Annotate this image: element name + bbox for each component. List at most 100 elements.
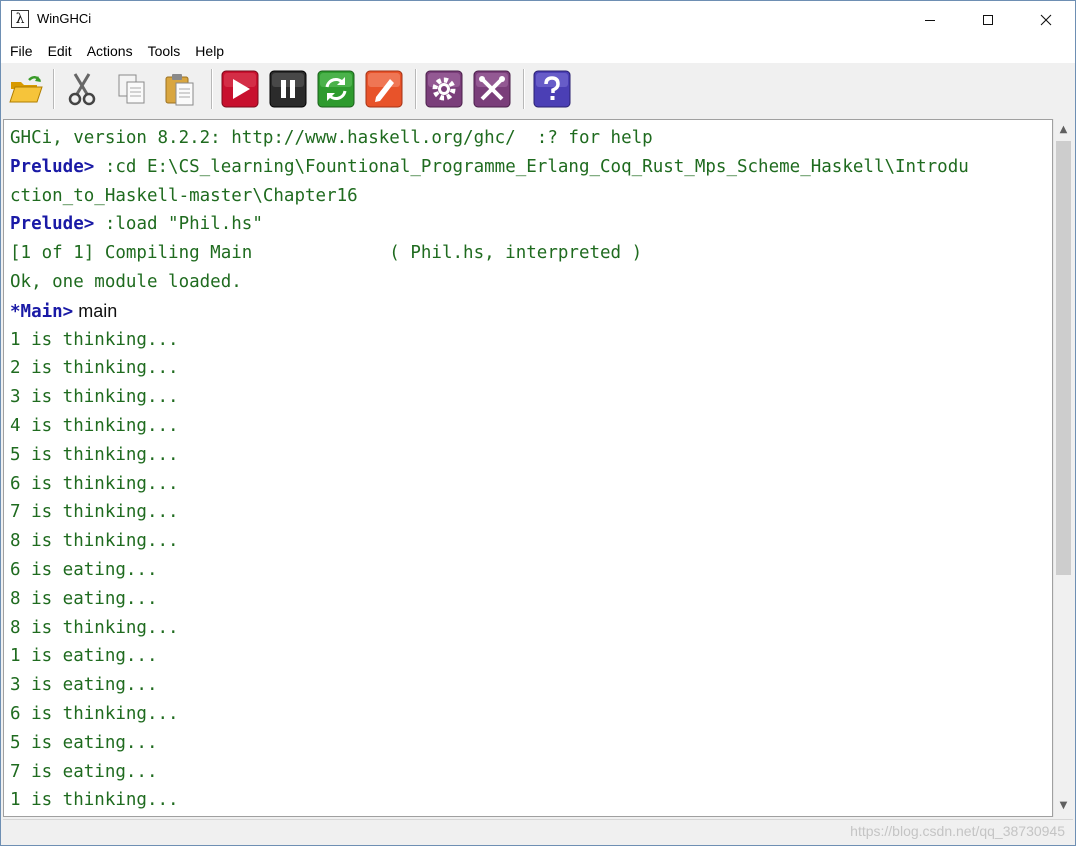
console-line: 8 is eating... — [10, 585, 1048, 614]
scroll-up-arrow-icon[interactable]: ▲ — [1054, 121, 1073, 139]
help-icon — [533, 70, 571, 108]
menu-tools[interactable]: Tools — [139, 43, 187, 59]
console-line: 8 is thinking... — [10, 527, 1048, 556]
minimize-icon — [925, 19, 935, 21]
console-line: Ok, one module loaded. — [10, 268, 1048, 297]
console-text: 7 is eating... — [10, 761, 158, 782]
cut-icon — [68, 73, 96, 106]
toolbar — [1, 63, 1075, 115]
help-button[interactable] — [533, 70, 571, 108]
console-text: 7 is thinking... — [10, 502, 179, 523]
console-line: 6 is thinking... — [10, 700, 1048, 729]
console-line: GHCi, version 8.2.2: http://www.haskell.… — [10, 124, 1048, 153]
paste-button[interactable] — [161, 70, 199, 108]
menu-help[interactable]: Help — [186, 43, 230, 59]
edit-icon — [365, 70, 403, 108]
console-lines: GHCi, version 8.2.2: http://www.haskell.… — [10, 124, 1048, 815]
reload-icon — [317, 70, 355, 108]
lambda-app-icon: λ — [11, 10, 29, 28]
console-text: 1 is thinking... — [10, 790, 179, 811]
console-text: 2 is thinking... — [10, 358, 179, 379]
console-line: [1 of 1] Compiling Main ( Phil.hs, inter… — [10, 239, 1048, 268]
close-icon — [1040, 14, 1052, 26]
status-bar: https://blog.csdn.net/qq_38730945 — [3, 819, 1073, 844]
console-prompt: Prelude> — [10, 214, 95, 235]
menu-file[interactable]: File — [1, 43, 39, 59]
copy-button[interactable] — [113, 70, 151, 108]
vertical-scrollbar[interactable]: ▲ ▼ — [1053, 119, 1073, 817]
console-line: 4 is thinking... — [10, 412, 1048, 441]
console-line: 1 is thinking... — [10, 786, 1048, 815]
console-line: 1 is eating... — [10, 642, 1048, 671]
console-text: [1 of 1] Compiling Main ( Phil.hs, inter… — [10, 243, 643, 264]
maximize-icon — [983, 15, 993, 25]
maximize-button[interactable] — [959, 1, 1017, 39]
toolbar-separator — [53, 69, 54, 109]
console-line: ction_to_Haskell-master\Chapter16 — [10, 182, 1048, 211]
console-output[interactable]: GHCi, version 8.2.2: http://www.haskell.… — [3, 119, 1053, 817]
console-text: 8 is thinking... — [10, 531, 179, 552]
console-text: 3 is thinking... — [10, 387, 179, 408]
console-line: 7 is eating... — [10, 758, 1048, 787]
console-text: 4 is thinking... — [10, 415, 179, 436]
pause-icon — [269, 70, 307, 108]
run-icon — [221, 70, 259, 108]
watermark-text: https://blog.csdn.net/qq_38730945 — [850, 823, 1065, 839]
minimize-button[interactable] — [901, 1, 959, 39]
scroll-down-arrow-icon[interactable]: ▼ — [1054, 797, 1073, 815]
window-title: WinGHCi — [37, 11, 92, 26]
close-button[interactable] — [1017, 1, 1075, 39]
console-text: 1 is thinking... — [10, 329, 179, 350]
toolbar-separator — [523, 69, 524, 109]
console-line: 3 is eating... — [10, 671, 1048, 700]
title-bar: λ WinGHCi — [1, 1, 1075, 39]
console-line: 5 is thinking... — [10, 441, 1048, 470]
console-text: :cd E:\CS_learning\Fountional_Programme_… — [94, 156, 969, 177]
console-line: 6 is eating... — [10, 556, 1048, 585]
options-button[interactable] — [425, 70, 463, 108]
copy-icon — [118, 74, 145, 104]
console-line: 3 is thinking... — [10, 383, 1048, 412]
console-text: 8 is eating... — [10, 588, 158, 609]
console-line: Prelude> :load "Phil.hs" — [10, 210, 1048, 239]
console-text: 5 is eating... — [10, 732, 158, 753]
open-button[interactable] — [7, 70, 45, 108]
console-text: 6 is thinking... — [10, 473, 179, 494]
run-button[interactable] — [221, 70, 259, 108]
scroll-thumb[interactable] — [1056, 141, 1071, 575]
console-line: 6 is thinking... — [10, 470, 1048, 499]
toolbar-separator — [415, 69, 416, 109]
console-line: 2 is thinking... — [10, 354, 1048, 383]
menu-bar: File Edit Actions Tools Help — [1, 39, 1075, 63]
console-text: 6 is thinking... — [10, 703, 179, 724]
console-prompt: Prelude> — [10, 156, 95, 177]
console-line: *Main> main — [10, 297, 1048, 326]
open-folder-icon — [9, 76, 43, 103]
options-gear-icon — [425, 70, 463, 108]
console-prompt: *Main> — [10, 301, 74, 322]
menu-edit[interactable]: Edit — [39, 43, 78, 59]
console-text: 6 is eating... — [10, 559, 158, 580]
console-text: Ok, one module loaded. — [10, 271, 242, 292]
console-text: 8 is thinking... — [10, 617, 179, 638]
console-input-text[interactable]: main — [73, 301, 117, 321]
console-text: ction_to_Haskell-master\Chapter16 — [10, 185, 358, 206]
console-line: 7 is thinking... — [10, 498, 1048, 527]
console-text: :load "Phil.hs" — [94, 214, 263, 235]
console-line: Prelude> :cd E:\CS_learning\Fountional_P… — [10, 153, 1048, 182]
reload-button[interactable] — [317, 70, 355, 108]
cut-button[interactable] — [63, 70, 101, 108]
winghci-window: λ WinGHCi File Edit Actions Tools Help G… — [0, 0, 1076, 846]
toolbar-separator — [211, 69, 212, 109]
console-line: 1 is thinking... — [10, 326, 1048, 355]
console-text: 1 is eating... — [10, 646, 158, 667]
tools-button[interactable] — [473, 70, 511, 108]
edit-button[interactable] — [365, 70, 403, 108]
console-text: 5 is thinking... — [10, 444, 179, 465]
menu-actions[interactable]: Actions — [78, 43, 139, 59]
console-line: 5 is eating... — [10, 729, 1048, 758]
pause-button[interactable] — [269, 70, 307, 108]
console-text: GHCi, version 8.2.2: http://www.haskell.… — [10, 128, 653, 148]
console-line: 8 is thinking... — [10, 614, 1048, 643]
tools-icon — [473, 70, 511, 108]
